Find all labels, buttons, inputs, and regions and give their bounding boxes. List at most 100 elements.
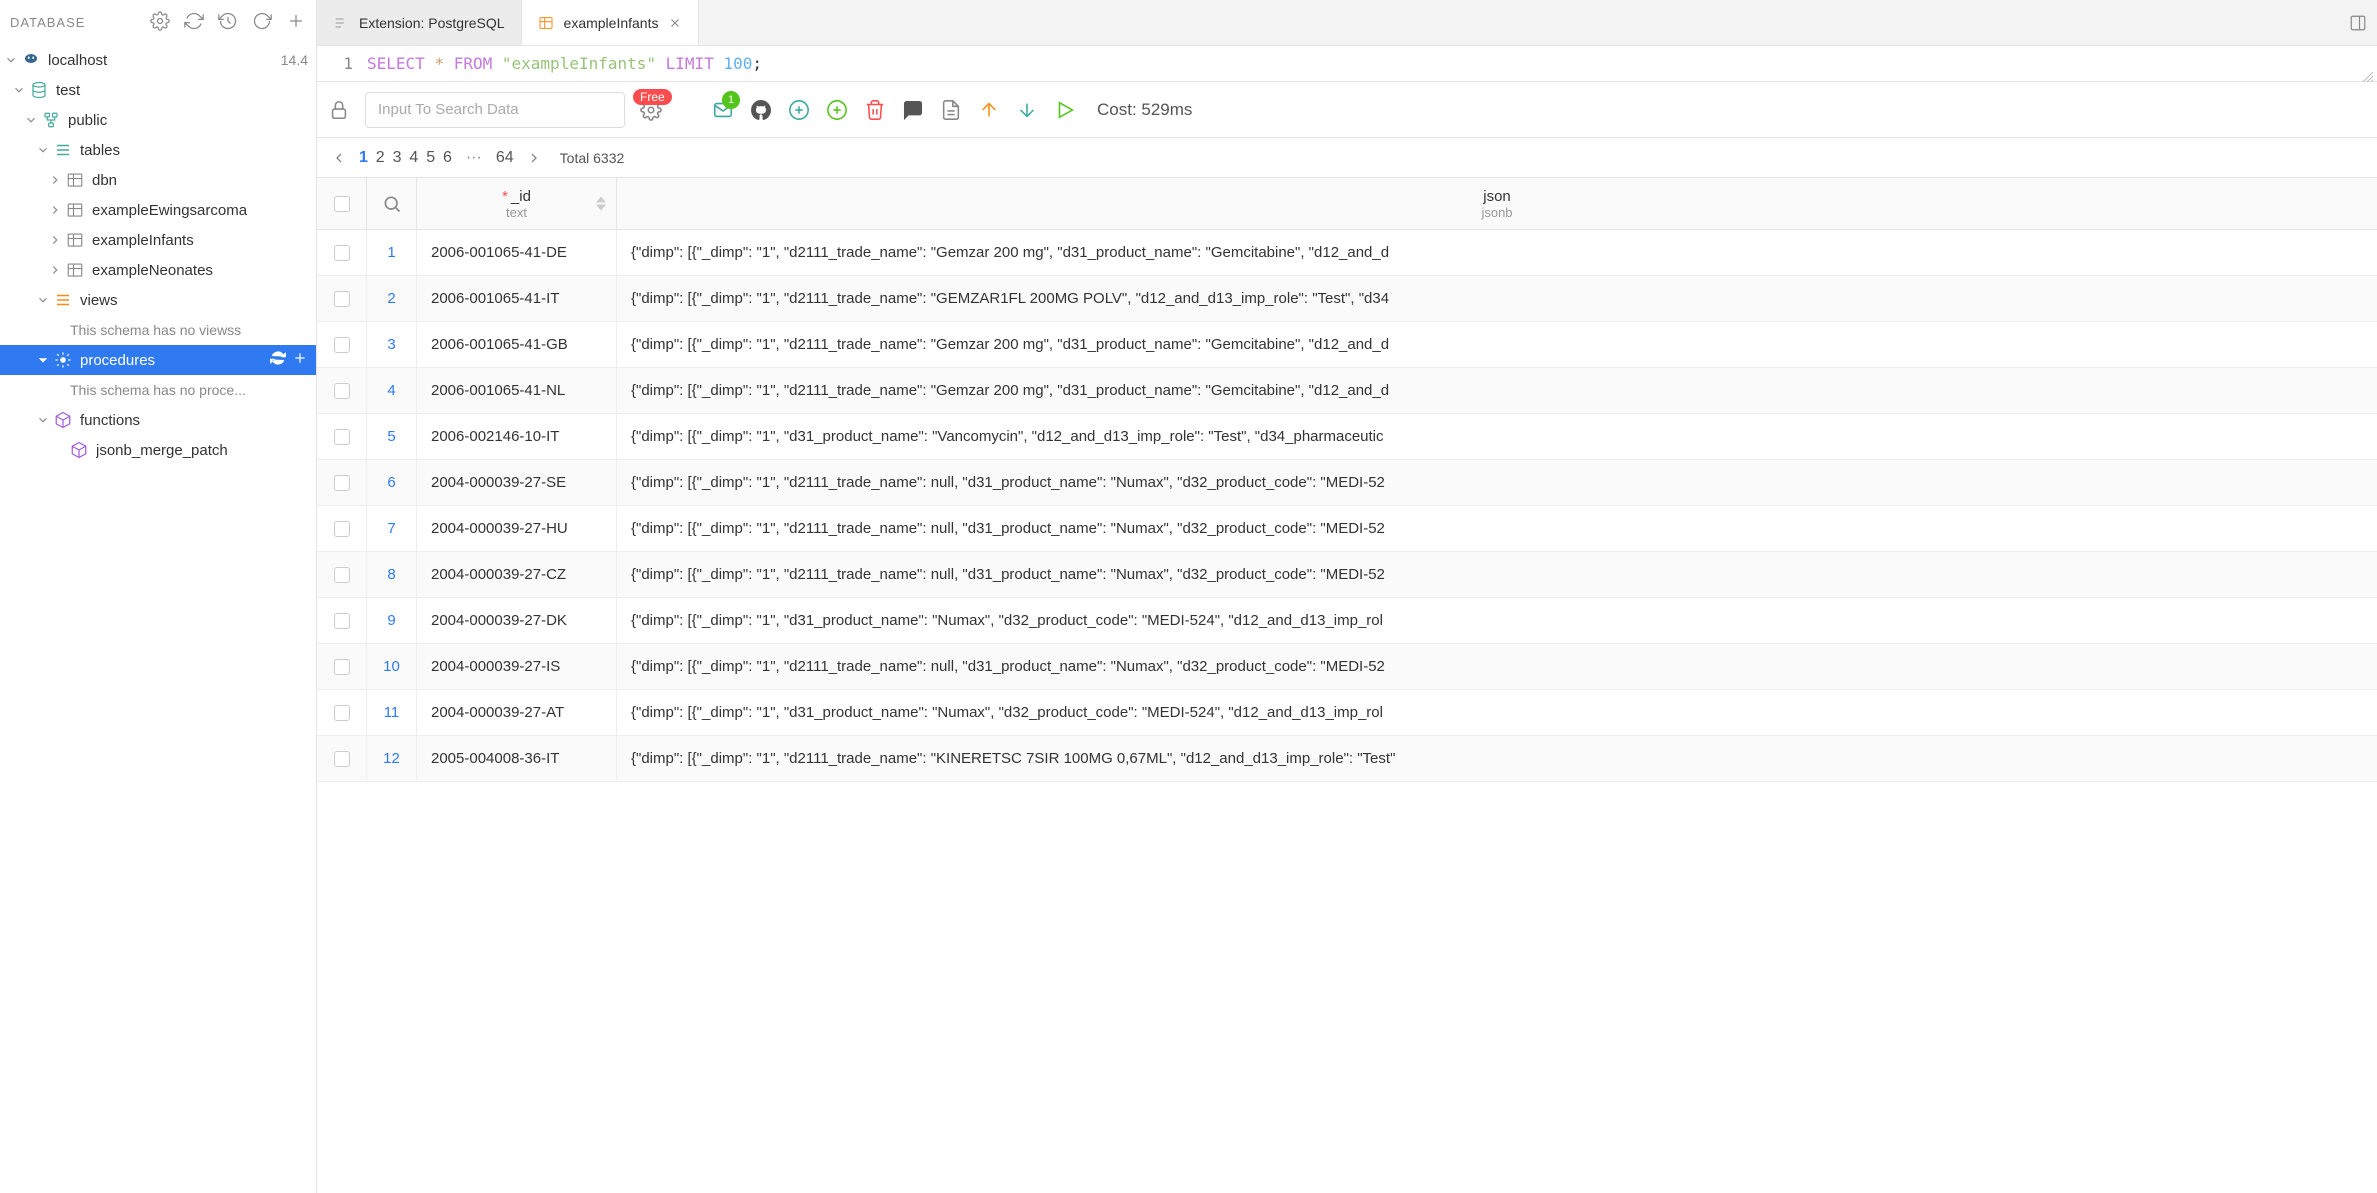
table-row[interactable]: 42006-001065-41-NL{"dimp": [{"_dimp": "1… (317, 368, 2377, 414)
table-row[interactable]: 122005-004008-36-IT{"dimp": [{"_dimp": "… (317, 736, 2377, 782)
grid-body[interactable]: 12006-001065-41-DE{"dimp": [{"_dimp": "1… (317, 230, 2377, 1193)
table-row[interactable]: 32006-001065-41-GB{"dimp": [{"_dimp": "1… (317, 322, 2377, 368)
table-node[interactable]: exampleNeonates (0, 255, 316, 285)
row-checkbox[interactable] (317, 506, 367, 551)
row-checkbox[interactable] (317, 690, 367, 735)
procedures-group[interactable]: procedures (0, 345, 316, 375)
tab-exampleinfants[interactable]: exampleInfants (522, 0, 700, 45)
row-checkbox[interactable] (317, 552, 367, 597)
cell-json[interactable]: {"dimp": [{"_dimp": "1", "d2111_trade_na… (617, 644, 2377, 689)
page-number[interactable]: 1 (357, 149, 370, 166)
column-header-json[interactable]: json jsonb (617, 178, 2377, 229)
cell-id[interactable]: 2004-000039-27-HU (417, 506, 617, 551)
row-checkbox[interactable] (317, 276, 367, 321)
row-checkbox[interactable] (317, 414, 367, 459)
cell-id[interactable]: 2006-001065-41-IT (417, 276, 617, 321)
document-icon[interactable] (939, 98, 963, 122)
page-number[interactable]: 5 (424, 149, 437, 166)
history-icon[interactable] (218, 11, 238, 34)
row-checkbox[interactable] (317, 598, 367, 643)
table-node[interactable]: exampleInfants (0, 225, 316, 255)
layout-icon[interactable] (2339, 0, 2377, 45)
functions-group[interactable]: functions (0, 405, 316, 435)
redo-icon[interactable] (252, 11, 272, 34)
cell-id[interactable]: 2006-001065-41-GB (417, 322, 617, 367)
comment-icon[interactable] (901, 98, 925, 122)
refresh-icon[interactable] (270, 350, 286, 370)
table-row[interactable]: 62004-000039-27-SE{"dimp": [{"_dimp": "1… (317, 460, 2377, 506)
page-number[interactable]: 3 (391, 149, 404, 166)
database-node[interactable]: test (0, 75, 316, 105)
add-icon[interactable] (286, 11, 306, 34)
row-checkbox[interactable] (317, 644, 367, 689)
search-column-icon[interactable] (367, 178, 417, 229)
row-checkbox[interactable] (317, 368, 367, 413)
function-item[interactable]: jsonb_merge_patch (0, 435, 316, 465)
row-checkbox[interactable] (317, 322, 367, 367)
github-icon[interactable] (749, 98, 773, 122)
page-last[interactable]: 64 (494, 149, 516, 167)
resize-handle-icon[interactable] (2361, 67, 2373, 79)
row-checkbox[interactable] (317, 736, 367, 781)
lock-icon[interactable] (327, 98, 351, 122)
table-row[interactable]: 82004-000039-27-CZ{"dimp": [{"_dimp": "1… (317, 552, 2377, 598)
add-icon[interactable] (292, 350, 308, 370)
import-icon[interactable] (1015, 98, 1039, 122)
delete-icon[interactable] (863, 98, 887, 122)
connection-node[interactable]: localhost 14.4 (0, 45, 316, 75)
search-input[interactable] (365, 92, 625, 128)
cell-json[interactable]: {"dimp": [{"_dimp": "1", "d2111_trade_na… (617, 506, 2377, 551)
settings-icon[interactable] (150, 11, 170, 34)
sort-indicator-icon[interactable] (596, 196, 606, 211)
page-number[interactable]: 2 (374, 149, 387, 166)
cell-id[interactable]: 2004-000039-27-AT (417, 690, 617, 735)
tab-extension-postgresql[interactable]: Extension: PostgreSQL (317, 0, 522, 45)
cell-id[interactable]: 2004-000039-27-CZ (417, 552, 617, 597)
cell-json[interactable]: {"dimp": [{"_dimp": "1", "d31_product_na… (617, 414, 2377, 459)
cell-id[interactable]: 2005-004008-36-IT (417, 736, 617, 781)
cell-id[interactable]: 2006-001065-41-DE (417, 230, 617, 275)
cell-json[interactable]: {"dimp": [{"_dimp": "1", "d31_product_na… (617, 598, 2377, 643)
column-header-id[interactable]: *_id text (417, 178, 617, 229)
cell-json[interactable]: {"dimp": [{"_dimp": "1", "d2111_trade_na… (617, 322, 2377, 367)
cell-id[interactable]: 2004-000039-27-IS (417, 644, 617, 689)
table-row[interactable]: 102004-000039-27-IS{"dimp": [{"_dimp": "… (317, 644, 2377, 690)
table-row[interactable]: 72004-000039-27-HU{"dimp": [{"_dimp": "1… (317, 506, 2377, 552)
cell-json[interactable]: {"dimp": [{"_dimp": "1", "d2111_trade_na… (617, 276, 2377, 321)
cell-json[interactable]: {"dimp": [{"_dimp": "1", "d31_product_na… (617, 690, 2377, 735)
cell-json[interactable]: {"dimp": [{"_dimp": "1", "d2111_trade_na… (617, 368, 2377, 413)
close-icon[interactable] (668, 16, 682, 30)
schema-node[interactable]: public (0, 105, 316, 135)
cell-json[interactable]: {"dimp": [{"_dimp": "1", "d2111_trade_na… (617, 230, 2377, 275)
select-all-column[interactable] (317, 178, 367, 229)
table-node[interactable]: dbn (0, 165, 316, 195)
add-green-icon[interactable] (825, 98, 849, 122)
cell-json[interactable]: {"dimp": [{"_dimp": "1", "d2111_trade_na… (617, 552, 2377, 597)
table-row[interactable]: 22006-001065-41-IT{"dimp": [{"_dimp": "1… (317, 276, 2377, 322)
export-icon[interactable] (977, 98, 1001, 122)
sql-editor[interactable]: 1 SELECT * FROM "exampleInfants" LIMIT 1… (317, 46, 2377, 82)
add-row-icon[interactable] (787, 98, 811, 122)
tables-group[interactable]: tables (0, 135, 316, 165)
table-row[interactable]: 112004-000039-27-AT{"dimp": [{"_dimp": "… (317, 690, 2377, 736)
prev-page-icon[interactable] (331, 150, 347, 166)
page-number[interactable]: 4 (407, 149, 420, 166)
cell-id[interactable]: 2004-000039-27-DK (417, 598, 617, 643)
page-number[interactable]: 6 (441, 149, 454, 166)
table-row[interactable]: 52006-002146-10-IT{"dimp": [{"_dimp": "1… (317, 414, 2377, 460)
cell-id[interactable]: 2006-002146-10-IT (417, 414, 617, 459)
table-node[interactable]: exampleEwingsarcoma (0, 195, 316, 225)
row-checkbox[interactable] (317, 230, 367, 275)
next-page-icon[interactable] (526, 150, 542, 166)
row-checkbox[interactable] (317, 460, 367, 505)
cell-json[interactable]: {"dimp": [{"_dimp": "1", "d2111_trade_na… (617, 736, 2377, 781)
cell-json[interactable]: {"dimp": [{"_dimp": "1", "d2111_trade_na… (617, 460, 2377, 505)
table-row[interactable]: 12006-001065-41-DE{"dimp": [{"_dimp": "1… (317, 230, 2377, 276)
cell-id[interactable]: 2006-001065-41-NL (417, 368, 617, 413)
views-group[interactable]: views (0, 285, 316, 315)
filter-settings-icon[interactable]: Free (639, 98, 663, 122)
mail-icon[interactable]: 1 (711, 98, 735, 122)
refresh-icon[interactable] (184, 11, 204, 34)
table-row[interactable]: 92004-000039-27-DK{"dimp": [{"_dimp": "1… (317, 598, 2377, 644)
cell-id[interactable]: 2004-000039-27-SE (417, 460, 617, 505)
